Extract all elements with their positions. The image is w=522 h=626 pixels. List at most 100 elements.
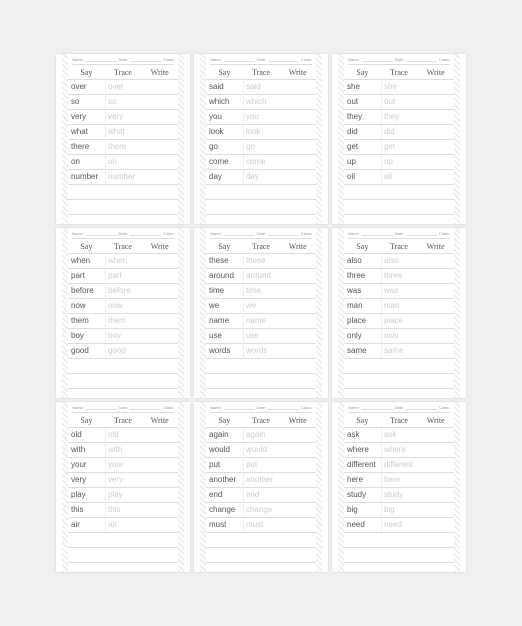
class-label: Class: (163, 405, 174, 410)
word-row: againagain (206, 428, 316, 443)
say-word: boy (68, 330, 105, 342)
name-label: Name: (348, 405, 360, 410)
name-blank (224, 405, 255, 410)
say-word: so (68, 96, 105, 108)
name-blank (362, 405, 393, 410)
trace-word: old (105, 429, 142, 441)
name-blank (362, 231, 393, 236)
trace-word: only (381, 330, 418, 342)
col-trace: Trace (381, 68, 418, 77)
col-trace: Trace (105, 242, 142, 251)
say-word: look (206, 126, 243, 138)
col-write: Write (417, 416, 454, 425)
say-word: time (206, 285, 243, 297)
trace-word: very (105, 474, 142, 486)
word-rows: askaskwherewheredifferentdifferentherehe… (344, 428, 454, 572)
column-headers: SayTraceWrite (206, 414, 316, 428)
trace-word: on (105, 156, 142, 168)
trace-word: number (105, 171, 142, 183)
trace-word: look (243, 126, 280, 138)
date-blank (268, 231, 299, 236)
word-row: playplay (68, 488, 178, 503)
class-blank (348, 64, 450, 65)
say-word: need (344, 519, 381, 531)
word-row: withwith (68, 443, 178, 458)
column-headers: SayTraceWrite (344, 66, 454, 80)
name-label: Name: (348, 231, 360, 236)
date-label: Date: (257, 231, 267, 236)
word-row: thesethese (206, 254, 316, 269)
trace-word: around (243, 270, 280, 282)
class-label: Class: (301, 57, 312, 62)
empty-row (344, 185, 454, 200)
empty-row (68, 548, 178, 563)
say-word: around (206, 270, 243, 282)
word-row: needneed (344, 518, 454, 533)
say-word: place (344, 315, 381, 327)
col-trace: Trace (381, 416, 418, 425)
class-blank (210, 238, 312, 239)
worksheet-meta: Name:Date:Class: (206, 54, 316, 66)
say-word: same (344, 345, 381, 357)
say-word: out (344, 96, 381, 108)
trace-word: ask (381, 429, 418, 441)
trace-word: place (381, 315, 418, 327)
class-blank (72, 64, 174, 65)
trace-word: need (381, 519, 418, 531)
say-word: go (206, 141, 243, 153)
trace-word: did (381, 126, 418, 138)
col-write: Write (141, 416, 178, 425)
name-label: Name: (72, 231, 84, 236)
date-blank (406, 57, 437, 62)
word-row: changechange (206, 503, 316, 518)
trace-word: when (105, 255, 142, 267)
say-word: good (68, 345, 105, 357)
class-label: Class: (163, 57, 174, 62)
trace-word: another (243, 474, 280, 486)
word-row: endend (206, 488, 316, 503)
trace-word: up (381, 156, 418, 168)
word-row: oldold (68, 428, 178, 443)
say-word: change (206, 504, 243, 516)
col-trace: Trace (243, 68, 280, 77)
trace-word: we (243, 300, 280, 312)
trace-word: come (243, 156, 280, 168)
word-rows: thesethesearoundaroundtimetimewewenamena… (206, 254, 316, 398)
say-word: they (344, 111, 381, 123)
class-label: Class: (439, 405, 450, 410)
worksheet: Name:Date:Class:SayTraceWriteoldoldwithw… (56, 402, 190, 572)
word-row: soso (68, 95, 178, 110)
class-blank (72, 412, 174, 413)
trace-word: also (381, 255, 418, 267)
say-word: man (344, 300, 381, 312)
word-rows: overoversosoveryverywhatwhattherethereon… (68, 80, 178, 224)
col-say: Say (344, 416, 381, 425)
word-row: beforebefore (68, 284, 178, 299)
empty-row (206, 533, 316, 548)
column-headers: SayTraceWrite (68, 414, 178, 428)
empty-row (206, 200, 316, 215)
worksheet: Name:Date:Class:SayTraceWritealsoalsothr… (332, 228, 466, 398)
say-word: said (206, 81, 243, 93)
say-word: very (68, 474, 105, 486)
date-blank (268, 57, 299, 62)
worksheet-meta: Name:Date:Class: (206, 228, 316, 240)
word-row: veryvery (68, 473, 178, 488)
col-say: Say (344, 68, 381, 77)
say-word: again (206, 429, 243, 441)
date-label: Date: (257, 405, 267, 410)
worksheet: Name:Date:Class:SayTraceWriteoveroversos… (56, 54, 190, 224)
worksheet: Name:Date:Class:SayTraceWritewhenwhenpar… (56, 228, 190, 398)
date-blank (130, 231, 161, 236)
col-trace: Trace (381, 242, 418, 251)
say-word: ask (344, 429, 381, 441)
date-blank (130, 57, 161, 62)
word-row: partpart (68, 269, 178, 284)
trace-word: so (105, 96, 142, 108)
trace-word: very (105, 111, 142, 123)
empty-row (206, 374, 316, 389)
name-label: Name: (72, 405, 84, 410)
trace-word: here (381, 474, 418, 486)
word-row: onon (68, 155, 178, 170)
word-row: wouldwould (206, 443, 316, 458)
